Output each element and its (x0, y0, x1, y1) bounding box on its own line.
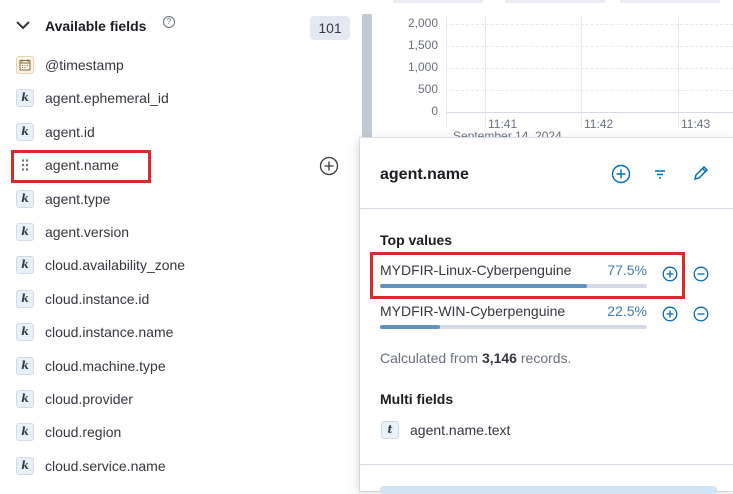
top-value-bar-fill (380, 325, 441, 329)
field-item[interactable]: @timestamp (0, 49, 355, 82)
field-item[interactable]: k cloud.provider (0, 383, 355, 416)
top-value-bar (380, 325, 647, 329)
keyword-type-icon: k (16, 89, 34, 108)
keyword-type-icon: k (16, 456, 34, 475)
keyword-type-icon: k (16, 323, 34, 342)
top-value-highlight (370, 252, 685, 299)
top-value-row: MYDFIR-WIN-Cyberpenguine 22.5% (380, 301, 650, 333)
x-tick-label: 11:43 (681, 117, 711, 131)
field-name: agent.version (45, 224, 130, 240)
edit-pencil-icon[interactable] (692, 164, 710, 182)
y-tick-label: 1,500 (407, 38, 438, 52)
field-name: agent.type (45, 190, 111, 207)
field-item[interactable]: k agent.type (0, 183, 355, 216)
field-name: cloud.availability_zone (45, 257, 186, 274)
keyword-type-icon: k (16, 390, 34, 408)
multi-field-name[interactable]: agent.name.text (410, 422, 510, 438)
field-list-panel: Available fields ? 101 @timestamp k agent.… (0, 0, 360, 491)
calculated-from-text: Calculated from 3,146 records. (380, 350, 572, 366)
field-item[interactable]: k cloud.service.name (0, 450, 355, 483)
field-item[interactable]: k cloud.instance.name (0, 316, 355, 349)
filter-for-value-icon[interactable] (662, 306, 678, 322)
field-popover: agent.name Top values MYDFIR-Linux-Cyber… (360, 138, 733, 494)
help-icon[interactable]: ? (163, 16, 175, 28)
chevron-down-icon[interactable] (16, 20, 30, 30)
y-tick-label: 500 (417, 82, 438, 96)
y-tick-label: 0 (431, 104, 438, 118)
field-name: cloud.service.name (45, 457, 166, 474)
popover-divider (360, 208, 733, 209)
multi-fields-title: Multi fields (380, 391, 454, 407)
field-name: cloud.instance.name (45, 324, 174, 341)
keyword-type-icon: k (16, 356, 34, 375)
field-count-badge: 101 (310, 16, 350, 40)
field-item[interactable]: k cloud.availability_zone (0, 249, 355, 282)
x-tick-label: 11:42 (584, 117, 614, 131)
keyword-type-icon: k (16, 256, 34, 275)
calendar-icon (16, 56, 34, 74)
popover-footer-divider (360, 464, 733, 465)
field-name: @timestamp (45, 57, 124, 73)
keyword-type-icon: k (16, 423, 34, 442)
add-field-icon[interactable] (611, 164, 631, 184)
top-value-label: MYDFIR-WIN-Cyberpenguine (380, 303, 566, 319)
field-name: cloud.region (45, 424, 122, 441)
top-values-title: Top values (380, 232, 453, 248)
add-field-icon[interactable] (319, 156, 339, 176)
field-item[interactable]: k agent.version (0, 216, 355, 249)
field-item[interactable]: k cloud.region (0, 416, 355, 449)
field-name: cloud.machine.type (45, 357, 166, 374)
top-value-percent: 22.5% (607, 303, 647, 319)
field-item[interactable]: k agent.ephemeral_id (0, 82, 355, 115)
field-name: cloud.provider (45, 391, 133, 407)
field-item[interactable]: k agent.id (0, 116, 355, 149)
available-fields-title: Available fields (45, 18, 147, 34)
y-tick-label: 2,000 (407, 16, 438, 30)
available-fields-header[interactable]: Available fields ? 101 (0, 8, 360, 44)
text-type-icon: t (381, 421, 399, 439)
popover-arrow (351, 159, 360, 177)
field-item[interactable]: k cloud.machine.type (0, 350, 355, 383)
popover-field-name: agent.name (380, 166, 469, 183)
field-name: agent.id (45, 123, 95, 140)
keyword-type-icon: k (16, 289, 34, 308)
field-item[interactable]: k cloud.instance.id (0, 283, 355, 316)
filter-icon[interactable] (652, 166, 668, 182)
keyword-type-icon: k (16, 189, 34, 208)
agent-name-highlight (11, 150, 151, 183)
y-tick-label: 1,000 (407, 60, 438, 74)
filter-out-value-icon[interactable] (693, 306, 709, 322)
keyword-type-icon: k (16, 223, 34, 241)
field-name: cloud.instance.id (45, 290, 150, 307)
filter-out-value-icon[interactable] (693, 266, 709, 282)
visualize-button[interactable] (380, 486, 717, 494)
field-name: agent.ephemeral_id (45, 90, 169, 107)
keyword-type-icon: k (16, 122, 34, 141)
